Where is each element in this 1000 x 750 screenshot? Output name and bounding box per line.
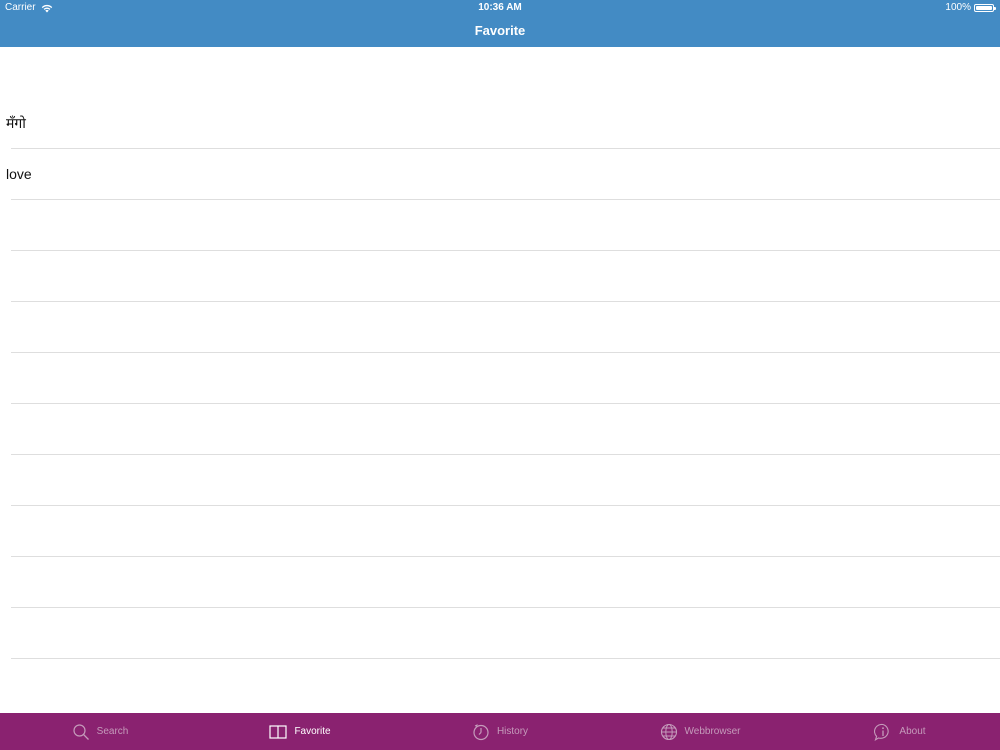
status-time: 10:36 AM xyxy=(478,2,522,13)
list-item-label: मँगो xyxy=(6,115,26,131)
list-item[interactable]: love xyxy=(0,149,1000,200)
favorites-list[interactable]: मँगो love xyxy=(0,47,1000,713)
info-icon xyxy=(874,723,890,741)
status-bar: Carrier 10:36 AM 100% xyxy=(0,0,1000,16)
tab-label: About xyxy=(899,726,926,737)
empty-row xyxy=(0,557,1000,608)
page-title: Favorite xyxy=(474,23,526,38)
top-bar: Carrier 10:36 AM 100% Favorite xyxy=(0,0,1000,47)
list-item[interactable]: मँगो xyxy=(0,98,1000,149)
tab-label: Search xyxy=(96,726,129,737)
empty-row xyxy=(0,251,1000,302)
battery-fill xyxy=(976,6,992,10)
tab-label: History xyxy=(496,726,529,737)
tab-label: Webbrowser xyxy=(684,726,741,737)
empty-row xyxy=(0,200,1000,251)
battery-icon xyxy=(974,4,996,12)
tab-history[interactable]: History xyxy=(400,713,600,750)
empty-row xyxy=(0,455,1000,506)
status-right: 100% xyxy=(945,0,996,16)
tab-favorite[interactable]: Favorite xyxy=(200,713,400,750)
empty-row xyxy=(0,353,1000,404)
empty-row xyxy=(0,404,1000,455)
list-item-label: love xyxy=(6,166,32,182)
empty-row xyxy=(0,302,1000,353)
search-icon xyxy=(73,723,89,740)
tab-label: Favorite xyxy=(294,726,331,737)
book-icon xyxy=(269,724,288,739)
tab-search[interactable]: Search xyxy=(0,713,200,750)
globe-icon xyxy=(660,723,677,740)
clock-icon xyxy=(473,723,489,740)
tab-bar: Search Favorite History Webbrowser About xyxy=(0,713,1000,750)
tab-webbrowser[interactable]: Webbrowser xyxy=(600,713,800,750)
empty-row xyxy=(0,506,1000,557)
app-window: Carrier 10:36 AM 100% Favorite मँगो love … xyxy=(0,0,1000,750)
battery-percent: 100% xyxy=(945,2,971,13)
tab-about[interactable]: About xyxy=(800,713,1000,750)
empty-row xyxy=(0,608,1000,659)
list-top-spacer xyxy=(0,47,1000,98)
